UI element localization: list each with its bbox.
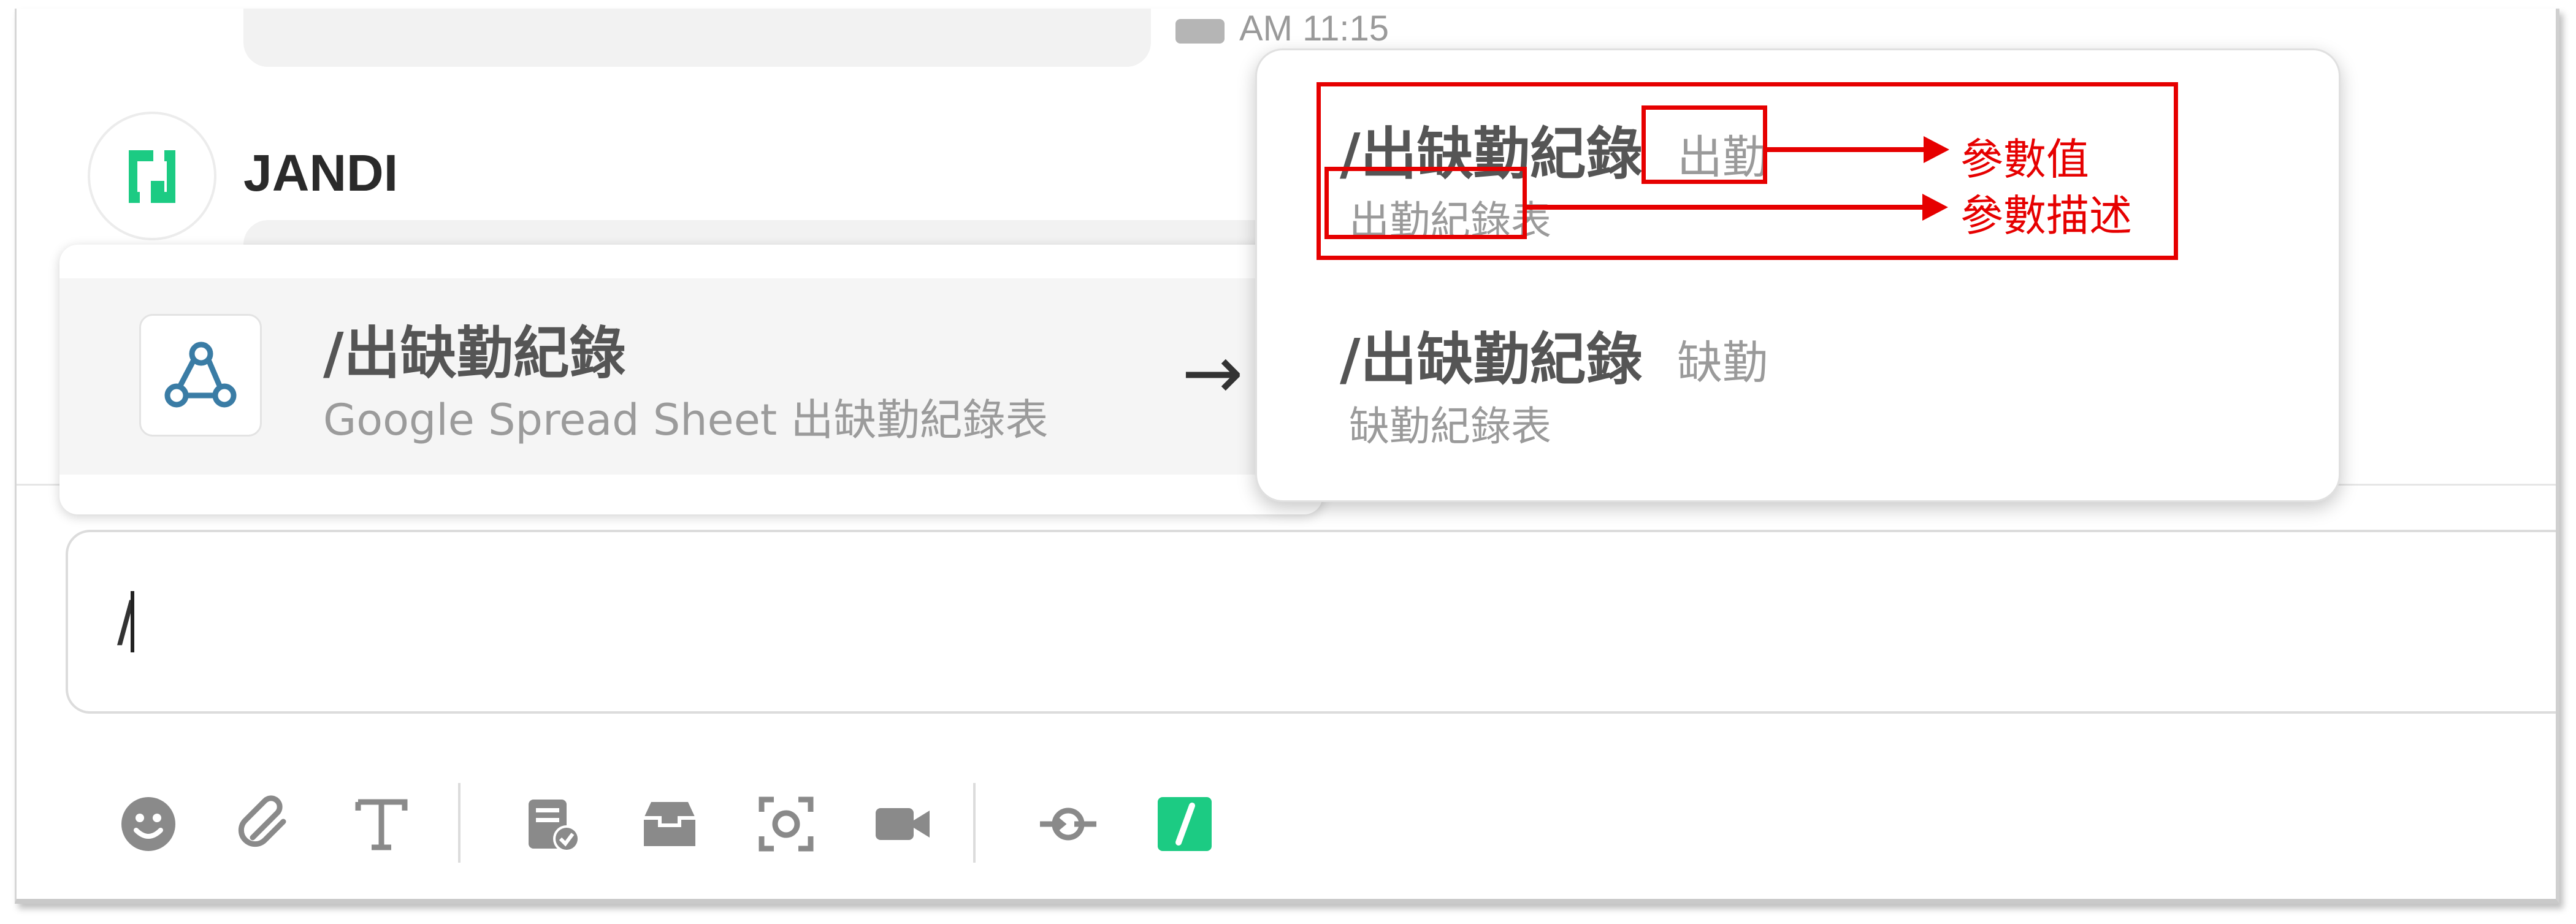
- command-name: /出缺勤紀錄: [323, 321, 626, 386]
- previous-message-time: AM 11:15: [1175, 11, 1389, 47]
- command-description: Google Spread Sheet 出缺勤紀錄表: [323, 395, 1049, 445]
- slash-command-icon[interactable]: [1151, 790, 1218, 858]
- toolbar-divider: [973, 783, 976, 863]
- parameter-description: 缺勤紀錄表: [1349, 403, 1551, 450]
- toolbar-divider: [458, 783, 461, 863]
- previous-message-time-text: AM 11:15: [1239, 9, 1389, 48]
- annotation-value-box: [1642, 105, 1767, 184]
- command-suggestion-popup: /出缺勤紀錄 Google Spread Sheet 出缺勤紀錄表 →: [59, 245, 1323, 514]
- video-call-icon[interactable]: [869, 790, 936, 858]
- arrow-right-icon: →: [1182, 330, 1244, 416]
- webhook-icon: [139, 314, 262, 437]
- emoji-icon[interactable]: [115, 790, 182, 858]
- chat-window: AM 11:15 JANDI /出缺勤紀錄 Google Spread Shee…: [15, 9, 2559, 904]
- parameter-option[interactable]: /出缺勤紀錄 缺勤 缺勤紀錄表: [1257, 302, 2342, 455]
- jandi-logo-icon: [129, 150, 175, 203]
- avatar[interactable]: [88, 112, 216, 240]
- archive-icon[interactable]: [636, 790, 703, 858]
- command-suggestion-item[interactable]: /出缺勤紀錄 Google Spread Sheet 出缺勤紀錄表 →: [59, 278, 1323, 475]
- composer-toolbar: [17, 772, 2556, 870]
- message-input[interactable]: /: [66, 530, 2556, 714]
- parameter-value: 缺勤: [1677, 337, 1768, 389]
- text-format-icon[interactable]: [348, 790, 415, 858]
- read-status-icon: [1175, 18, 1225, 44]
- annotation-arrow-line: [1527, 205, 1925, 210]
- attachment-icon[interactable]: [231, 790, 299, 858]
- annotation-arrowhead: [1924, 136, 1949, 163]
- sender-name[interactable]: JANDI: [243, 143, 398, 203]
- integration-icon[interactable]: [1034, 790, 1102, 858]
- previous-message-bubble: [243, 9, 1151, 67]
- annotation-arrowhead: [1922, 194, 1948, 221]
- annotation-description-label: 參數描述: [1960, 191, 2132, 241]
- annotation-arrow-line: [1767, 147, 1927, 152]
- annotation-value-label: 參數值: [1960, 134, 2089, 185]
- screen-capture-icon[interactable]: [752, 790, 820, 858]
- text-caret: [131, 591, 134, 652]
- parameter-command: /出缺勤紀錄: [1340, 327, 1643, 392]
- annotation-description-box: [1324, 167, 1527, 239]
- todo-icon[interactable]: [519, 790, 587, 858]
